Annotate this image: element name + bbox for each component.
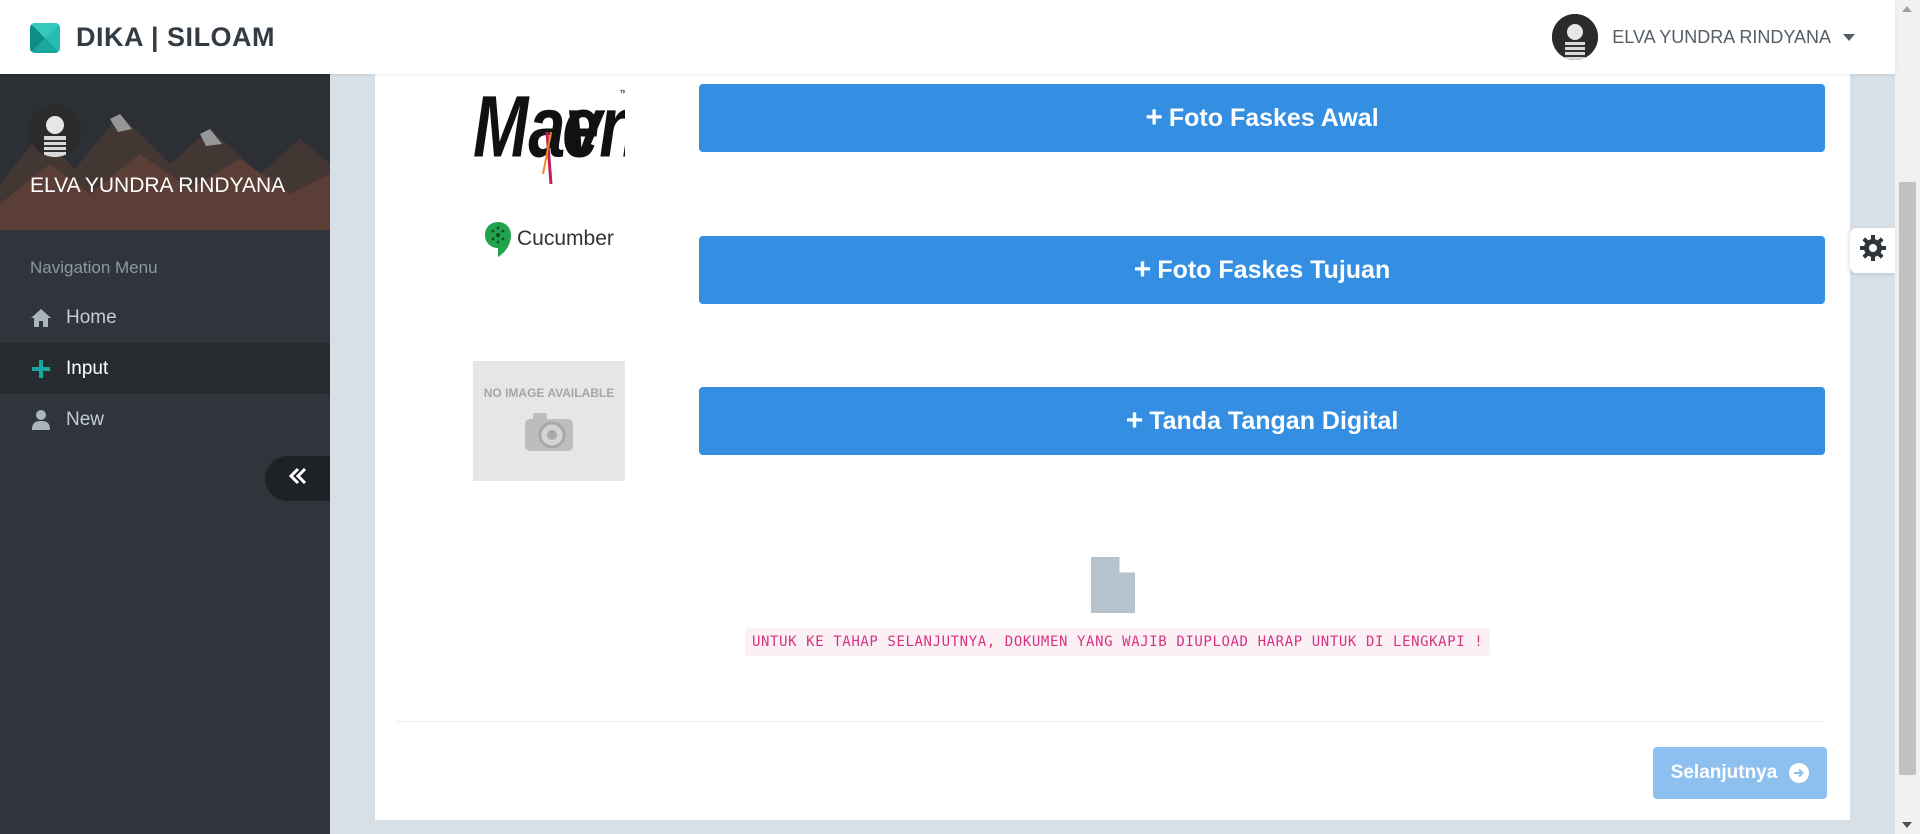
cucumber-text: Cucumber xyxy=(517,227,614,250)
main-card: Mav en ™ + Foto Faskes Awal Cucumber + F… xyxy=(375,74,1850,820)
cucumber-logo: Cucumber xyxy=(473,210,625,270)
sidebar-profile: ELVA YUNDRA RINDYANA xyxy=(0,74,330,230)
sidebar-item-input[interactable]: Input xyxy=(0,343,330,394)
brand-logo-icon xyxy=(30,22,60,53)
svg-text:en: en xyxy=(562,79,625,176)
document-icon xyxy=(1091,557,1135,618)
foto-faskes-tujuan-button[interactable]: + Foto Faskes Tujuan xyxy=(699,236,1825,304)
scroll-up-arrow-icon[interactable] xyxy=(1902,6,1912,12)
no-image-placeholder: NO IMAGE AVAILABLE xyxy=(473,361,625,481)
button-label: Foto Faskes Tujuan xyxy=(1157,255,1391,284)
user-avatar xyxy=(1552,14,1599,60)
plus-icon: + xyxy=(1125,404,1144,437)
nav-header: Navigation Menu xyxy=(30,258,158,277)
sidebar-item-label: New xyxy=(66,408,105,430)
button-label: Tanda Tangan Digital xyxy=(1149,406,1399,435)
maven-logo: Mav en ™ xyxy=(473,74,625,184)
user-icon xyxy=(30,409,52,431)
no-image-text: NO IMAGE AVAILABLE xyxy=(484,386,614,400)
gear-icon xyxy=(1859,234,1887,267)
arrow-right-circle-icon xyxy=(1789,763,1810,783)
tanda-tangan-digital-button[interactable]: + Tanda Tangan Digital xyxy=(699,387,1825,455)
divider xyxy=(397,721,1825,722)
plus-icon: + xyxy=(1133,253,1152,286)
button-label: Foto Faskes Awal xyxy=(1168,103,1379,132)
plus-icon: + xyxy=(1145,101,1163,134)
sidebar-item-label: Input xyxy=(66,357,109,379)
upload-warning-text: UNTUK KE TAHAP SELANJUTNYA, DOKUMEN YANG… xyxy=(745,628,1491,656)
sidebar-collapse-button[interactable] xyxy=(265,456,330,501)
sidebar-item-new[interactable]: New xyxy=(0,394,330,445)
home-icon xyxy=(30,307,52,329)
caret-down-icon xyxy=(1843,33,1855,41)
camera-icon xyxy=(525,413,573,451)
double-chevron-left-icon xyxy=(288,467,308,490)
svg-text:™: ™ xyxy=(619,88,625,98)
page-scrollbar[interactable] xyxy=(1895,0,1920,834)
next-button[interactable]: Selanjutnya xyxy=(1653,747,1827,799)
user-name: ELVA YUNDRA RINDYANA xyxy=(1612,26,1831,47)
sidebar-item-home[interactable]: Home xyxy=(0,292,330,343)
brand[interactable]: DIKA | SILOAM xyxy=(30,22,275,53)
user-menu[interactable]: ELVA YUNDRA RINDYANA xyxy=(1552,14,1855,60)
profile-avatar xyxy=(29,105,81,157)
sidebar-item-label: Home xyxy=(66,306,117,328)
scroll-down-arrow-icon[interactable] xyxy=(1902,822,1912,828)
scroll-thumb[interactable] xyxy=(1899,182,1916,775)
profile-name: ELVA YUNDRA RINDYANA xyxy=(30,174,286,197)
plus-icon xyxy=(30,358,52,380)
top-header: DIKA | SILOAM ELVA YUNDRA RINDYANA xyxy=(0,0,1895,74)
foto-faskes-awal-button[interactable]: + Foto Faskes Awal xyxy=(699,84,1825,152)
brand-title: DIKA | SILOAM xyxy=(76,22,276,52)
sidebar: ELVA YUNDRA RINDYANA Navigation Menu Hom… xyxy=(0,74,330,834)
next-button-label: Selanjutnya xyxy=(1670,762,1778,783)
settings-button[interactable] xyxy=(1850,228,1895,273)
